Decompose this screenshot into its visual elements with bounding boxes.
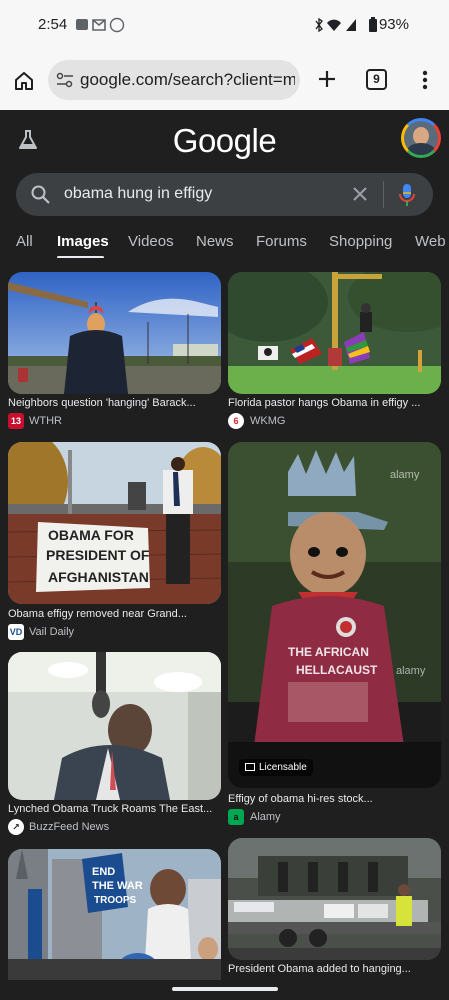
result-title-7[interactable]: President Obama added to hanging... <box>228 963 441 975</box>
status-time: 2:54 <box>38 16 68 33</box>
svg-text:PRESIDENT OF: PRESIDENT OF <box>46 547 150 563</box>
status-bar: 2:54 93% <box>0 0 449 52</box>
result-image-1[interactable] <box>8 272 221 394</box>
microphone-icon[interactable] <box>398 183 416 207</box>
result-image-6[interactable]: END THE WAR TROOPS <box>8 849 221 980</box>
svg-text:TROOPS: TROOPS <box>94 895 137 906</box>
clear-icon[interactable] <box>350 184 370 204</box>
search-icon <box>30 184 51 205</box>
home-icon[interactable] <box>12 69 36 93</box>
wkmg-favicon-icon: 6 <box>228 413 244 429</box>
alamy-favicon-icon: a <box>228 809 244 825</box>
result-title-3[interactable]: Obama effigy removed near Grand... <box>8 608 221 620</box>
search-tabs: All Images Videos News Forums Shopping W… <box>0 228 449 258</box>
address-bar[interactable]: google.com/search?client=ms <box>48 60 300 100</box>
result-source-1[interactable]: WTHR <box>29 415 62 427</box>
result-title-5[interactable]: Lynched Obama Truck Roams The East... <box>8 803 221 815</box>
battery-percent: 93% <box>378 16 409 33</box>
google-logo[interactable]: Google <box>0 122 449 160</box>
result-title-2[interactable]: Florida pastor hangs Obama in effigy ... <box>228 397 441 409</box>
svg-text:HELLACAUST: HELLACAUST <box>296 663 378 677</box>
tab-forums[interactable]: Forums <box>256 233 307 250</box>
result-image-2[interactable] <box>228 272 441 394</box>
result-image-7[interactable] <box>228 838 441 960</box>
tab-images[interactable]: Images <box>57 233 109 250</box>
svg-text:alamy: alamy <box>396 665 426 677</box>
buzzfeed-favicon-icon: ↗ <box>8 819 24 835</box>
battery-icon <box>369 17 379 33</box>
tab-web[interactable]: Web <box>415 233 446 250</box>
tab-news[interactable]: News <box>196 233 234 250</box>
gesture-bar <box>0 980 449 1000</box>
result-source-4[interactable]: Alamy <box>250 811 281 823</box>
protest-sign-text: END <box>92 866 115 878</box>
result-title-1[interactable]: Neighbors question 'hanging' Barack... <box>8 397 221 409</box>
tab-all[interactable]: All <box>16 233 33 250</box>
wthr-favicon-icon: 13 <box>8 413 24 429</box>
image-icon <box>245 763 255 771</box>
active-tab-indicator <box>57 256 104 258</box>
licensable-badge: Licensable <box>239 759 313 776</box>
search-box[interactable]: obama hung in effigy <box>16 173 433 216</box>
result-source-3[interactable]: Vail Daily <box>29 626 74 638</box>
vail-daily-favicon-icon: VD <box>8 624 24 640</box>
account-avatar[interactable] <box>401 118 441 158</box>
more-menu-icon[interactable] <box>417 69 433 91</box>
url-text: google.com/search?client=ms <box>80 70 295 89</box>
result-source-2[interactable]: WKMG <box>250 415 285 427</box>
result-title-4[interactable]: Effigy of obama hi-res stock... <box>228 793 441 805</box>
effigy-sign-text: OBAMA FOR <box>48 527 134 543</box>
result-image-5[interactable] <box>8 652 221 800</box>
new-tab-icon[interactable] <box>316 68 338 90</box>
svg-text:AFGHANISTAN: AFGHANISTAN <box>48 569 149 585</box>
search-divider <box>383 181 384 208</box>
effigy-shirt-text: THE AFRICAN <box>288 645 369 659</box>
svg-text:THE WAR: THE WAR <box>92 880 143 892</box>
svg-text:alamy: alamy <box>390 469 420 481</box>
result-image-4[interactable]: THE AFRICAN HELLACAUST alamy alamy Licen… <box>228 442 441 788</box>
notification-icons <box>76 17 126 33</box>
site-settings-icon[interactable] <box>56 72 74 88</box>
browser-toolbar: google.com/search?client=ms 9 <box>0 52 449 110</box>
result-source-5[interactable]: BuzzFeed News <box>29 821 109 833</box>
tab-switcher-button[interactable]: 9 <box>366 69 387 90</box>
tab-shopping[interactable]: Shopping <box>329 233 392 250</box>
search-input[interactable]: obama hung in effigy <box>64 185 212 203</box>
result-image-3[interactable]: OBAMA FOR PRESIDENT OF AFGHANISTAN <box>8 442 221 604</box>
tab-videos[interactable]: Videos <box>128 233 174 250</box>
signal-icons <box>313 17 365 33</box>
home-gesture-pill[interactable] <box>172 987 278 991</box>
